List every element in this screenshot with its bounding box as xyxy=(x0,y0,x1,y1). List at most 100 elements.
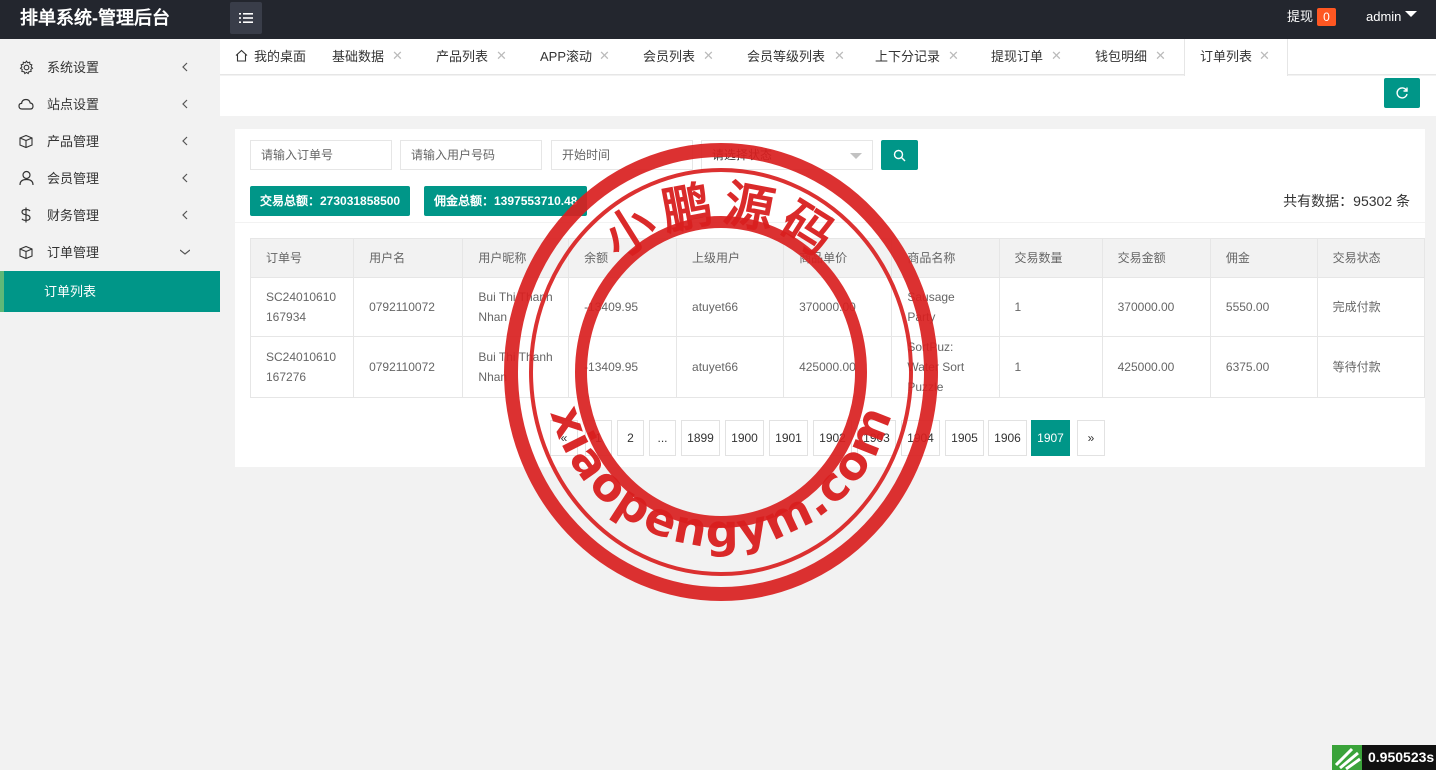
tab-order-list[interactable]: 订单列表 ✕ xyxy=(1184,39,1288,76)
close-icon[interactable]: ✕ xyxy=(392,49,403,62)
column-header: 用户名 xyxy=(353,238,464,278)
order-number-cell: SC24010610167276 xyxy=(249,336,355,398)
tab-label: 订单列表 xyxy=(1200,49,1253,64)
order-number-input[interactable] xyxy=(250,140,392,170)
quantity-cell: 1 xyxy=(998,336,1103,398)
order-number-cell: SC24010610167934 xyxy=(249,277,355,337)
withdraw-count-badge: 0 xyxy=(1317,8,1336,26)
close-icon[interactable]: ✕ xyxy=(948,49,959,62)
page-next-button[interactable]: » xyxy=(1077,420,1105,456)
column-header: 用户昵称 xyxy=(462,238,570,278)
nickname-cell: Bui Thi Thanh Nhan xyxy=(462,336,570,398)
sidebar-subitem-order-list[interactable]: 订单列表 xyxy=(0,271,220,312)
search-button[interactable] xyxy=(881,140,918,170)
sidebar-item-member-management[interactable]: 会员管理 xyxy=(0,160,220,197)
parent-user-cell: atuyet66 xyxy=(676,277,785,337)
amount-cell: 370000.00 xyxy=(1101,277,1211,337)
caret-down-icon xyxy=(850,153,862,159)
page-button[interactable]: 1900 xyxy=(725,420,764,456)
search-icon xyxy=(893,149,906,161)
username-cell: 0792110072 xyxy=(353,277,464,337)
price-cell: 370000.00 xyxy=(783,277,893,337)
tab-points-record[interactable]: 上下分记录 ✕ xyxy=(860,39,976,75)
price-cell: 425000.00 xyxy=(783,336,893,398)
tab-withdraw-orders[interactable]: 提现订单 ✕ xyxy=(976,39,1080,75)
divider xyxy=(235,222,1425,223)
tab-app-scroll[interactable]: APP滚动 ✕ xyxy=(525,39,628,75)
sidebar-item-label: 产品管理 xyxy=(47,134,100,149)
sidebar-item-site-settings[interactable]: 站点设置 xyxy=(0,86,220,123)
user-icon xyxy=(18,170,34,186)
home-icon xyxy=(235,49,248,62)
status-select[interactable]: 请选择状态 xyxy=(701,140,873,170)
page-button[interactable]: 1903 xyxy=(857,420,896,456)
column-header: 订单号 xyxy=(249,238,355,278)
caret-down-icon[interactable] xyxy=(1405,11,1417,17)
column-header: 商品名称 xyxy=(891,238,1000,278)
status-cell: 完成付款 xyxy=(1316,277,1425,337)
withdraw-link[interactable]: 提现 xyxy=(1287,0,1313,33)
sidebar-item-system-settings[interactable]: 系统设置 xyxy=(0,49,220,86)
commission-total-badge: 佣金总额：1397553710.48 xyxy=(424,186,588,216)
status-cell: 等待付款 xyxy=(1316,336,1425,398)
close-icon[interactable]: ✕ xyxy=(703,49,714,62)
chevron-left-icon xyxy=(182,136,188,146)
page-button[interactable]: 1902 xyxy=(813,420,852,456)
column-header: 交易金额 xyxy=(1101,238,1211,278)
close-icon[interactable]: ✕ xyxy=(1259,49,1270,62)
top-header: 排单系统-管理后台 提现 0 admin xyxy=(0,0,1436,39)
column-header: 交易状态 xyxy=(1316,238,1425,278)
close-icon[interactable]: ✕ xyxy=(1155,49,1166,62)
sidebar-item-finance-management[interactable]: 财务管理 xyxy=(0,197,220,234)
page-button[interactable]: 1906 xyxy=(988,420,1027,456)
sidebar: 系统设置 站点设置 产品管理 会员管理 财务管理 订单管理 订单列表 xyxy=(0,39,220,770)
page-timer: 0.950523s xyxy=(1332,745,1436,770)
page-button[interactable]: 1 xyxy=(585,420,612,456)
column-header: 商品单价 xyxy=(783,238,893,278)
page-button[interactable]: 1904 xyxy=(901,420,940,456)
close-icon[interactable]: ✕ xyxy=(496,49,507,62)
refresh-icon xyxy=(1396,87,1408,99)
close-icon[interactable]: ✕ xyxy=(834,49,845,62)
chevron-left-icon xyxy=(182,173,188,183)
chevron-down-icon xyxy=(180,249,190,255)
tab-desktop[interactable]: 我的桌面 xyxy=(220,39,317,75)
parent-user-cell: atuyet66 xyxy=(676,336,785,398)
start-time-input[interactable] xyxy=(551,140,693,170)
tab-basic-data[interactable]: 基础数据 ✕ xyxy=(317,39,421,75)
sidebar-item-label: 财务管理 xyxy=(47,208,100,223)
sidebar-item-label: 会员管理 xyxy=(47,171,100,186)
page-button[interactable]: 2 xyxy=(617,420,644,456)
tab-member-level-list[interactable]: 会员等级列表 ✕ xyxy=(732,39,860,75)
table-row: SC24010610167276 0792110072 Bui Thi Than… xyxy=(249,336,1425,398)
tab-member-list[interactable]: 会员列表 ✕ xyxy=(628,39,732,75)
nickname-cell: Bui Thi Thanh Nhan xyxy=(462,277,570,337)
page-button-current[interactable]: 1907 xyxy=(1031,420,1070,456)
refresh-button[interactable] xyxy=(1384,78,1420,108)
tab-label: 提现订单 xyxy=(991,49,1044,64)
amount-cell: 425000.00 xyxy=(1101,336,1211,398)
tab-bar: 我的桌面 基础数据 ✕ 产品列表 ✕ APP滚动 ✕ 会员列表 ✕ 会员等级列表… xyxy=(220,39,1436,76)
tab-wallet-detail[interactable]: 钱包明细 ✕ xyxy=(1080,39,1184,75)
page-button[interactable]: 1901 xyxy=(769,420,808,456)
menu-toggle-button[interactable] xyxy=(230,2,262,34)
sidebar-item-order-management[interactable]: 订单管理 xyxy=(0,234,220,271)
column-header: 佣金 xyxy=(1209,238,1318,278)
close-icon[interactable]: ✕ xyxy=(599,49,610,62)
page-button[interactable]: 1899 xyxy=(681,420,720,456)
column-header: 上级用户 xyxy=(676,238,785,278)
page-button[interactable]: 1905 xyxy=(945,420,984,456)
sidebar-subitem-label: 订单列表 xyxy=(44,284,97,299)
user-phone-input[interactable] xyxy=(400,140,542,170)
tab-product-list[interactable]: 产品列表 ✕ xyxy=(421,39,525,75)
tab-label: 会员列表 xyxy=(643,49,696,64)
username-cell: 0792110072 xyxy=(353,336,464,398)
user-menu[interactable]: admin xyxy=(1366,0,1401,33)
page-prev-button[interactable]: « xyxy=(550,420,578,456)
trade-total-badge: 交易总额：273031858500 xyxy=(250,186,411,216)
close-icon[interactable]: ✕ xyxy=(1051,49,1062,62)
tab-label: 钱包明细 xyxy=(1095,49,1148,64)
cloud-icon xyxy=(18,96,34,112)
sidebar-item-label: 订单管理 xyxy=(47,245,100,260)
sidebar-item-product-management[interactable]: 产品管理 xyxy=(0,123,220,160)
